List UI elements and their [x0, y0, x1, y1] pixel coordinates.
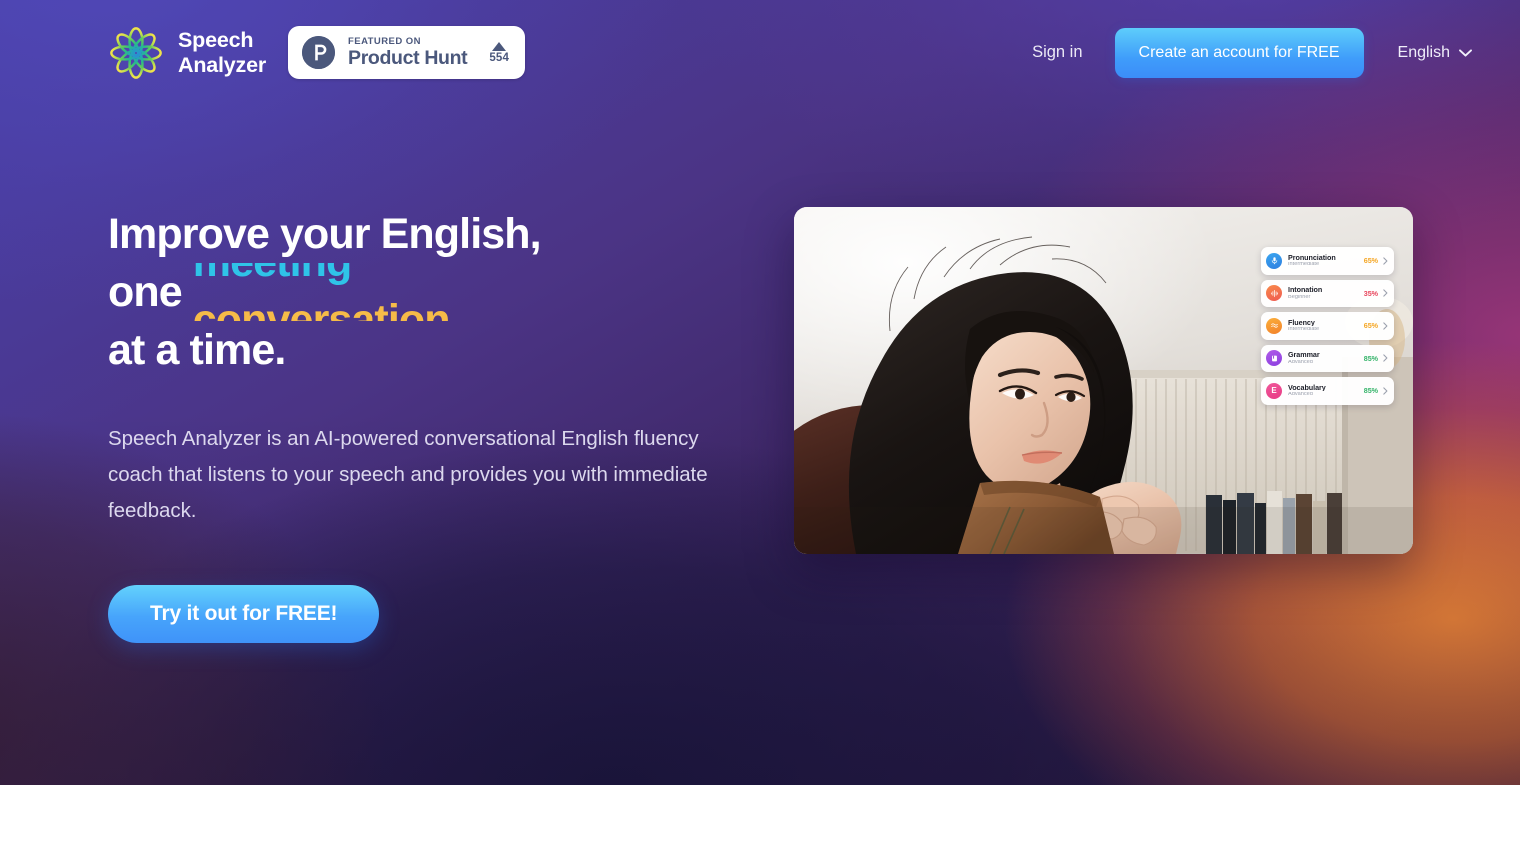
- skill-score: 85%: [1363, 386, 1378, 396]
- headline-line-3: at a time.: [108, 326, 286, 374]
- hero-headline: Improve your English, one meeting convers…: [108, 205, 748, 379]
- skill-cards-list: Pronunciation Intermediate 65% Intonatio…: [1261, 247, 1394, 405]
- microphone-icon: [1266, 252, 1282, 269]
- language-selector[interactable]: English: [1394, 38, 1476, 68]
- hero-section: Speech Analyzer FEATURED ON Product Hunt…: [0, 0, 1520, 785]
- letter-e-glyph: E: [1271, 385, 1277, 395]
- hero-content: Improve your English, one meeting convers…: [0, 0, 1520, 785]
- brand-logo-link[interactable]: Speech Analyzer: [108, 25, 266, 81]
- skill-card-intonation[interactable]: Intonation Beginner 35%: [1261, 279, 1394, 307]
- chevron-right-icon: [1383, 257, 1388, 265]
- skill-score: 65%: [1363, 256, 1378, 266]
- hero-copy: Improve your English, one meeting convers…: [108, 205, 748, 643]
- skill-score: 35%: [1363, 288, 1378, 298]
- rotating-word-incoming: conversation: [192, 296, 451, 321]
- skill-name: Vocabulary: [1288, 383, 1326, 391]
- skill-card-pronunciation[interactable]: Pronunciation Intermediate 65%: [1261, 247, 1394, 275]
- wave-lines-icon: [1266, 317, 1282, 334]
- skill-level: Intermediate: [1288, 327, 1320, 333]
- chevron-down-icon: [1459, 48, 1472, 57]
- product-hunt-badge[interactable]: FEATURED ON Product Hunt 554: [288, 26, 526, 79]
- chevron-right-icon: [1383, 387, 1388, 395]
- skill-text: Fluency Intermediate: [1288, 319, 1364, 333]
- book-icon: [1266, 350, 1282, 367]
- skill-name: Fluency: [1288, 318, 1315, 326]
- letter-e-icon: E: [1266, 382, 1282, 399]
- header-nav: Sign in Create an account for FREE Engli…: [1022, 27, 1476, 78]
- skill-text: Vocabulary Advanced: [1288, 384, 1364, 398]
- skill-name: Intonation: [1288, 286, 1323, 294]
- brand-name: Speech Analyzer: [178, 28, 267, 77]
- headline-line-2: one meeting conversation: [108, 263, 748, 321]
- skill-card-fluency[interactable]: Fluency Intermediate 65%: [1261, 312, 1394, 340]
- product-hunt-votes: 554: [489, 41, 510, 64]
- hero-visual-card: Pronunciation Intermediate 65% Intonatio…: [794, 207, 1413, 554]
- skill-level: Advanced: [1288, 392, 1313, 398]
- create-account-button[interactable]: Create an account for FREE: [1114, 27, 1364, 78]
- eight-petal-star-logo-icon: [108, 25, 164, 81]
- site-header: Speech Analyzer FEATURED ON Product Hunt…: [0, 0, 1520, 105]
- hero-subcopy: Speech Analyzer is an AI-powered convers…: [108, 427, 708, 522]
- product-hunt-featured-label: FEATURED ON: [348, 36, 421, 47]
- rotating-word-carousel: meeting conversation: [193, 263, 493, 321]
- headline-line-1: Improve your English,: [108, 210, 542, 258]
- skill-score: 85%: [1363, 353, 1378, 363]
- chevron-right-icon: [1383, 322, 1388, 330]
- rotating-word-outgoing: meeting: [193, 263, 352, 291]
- skill-score: 65%: [1363, 321, 1378, 331]
- skill-name: Pronunciation: [1288, 253, 1336, 261]
- waveform-icon: [1266, 285, 1282, 302]
- product-hunt-text: FEATURED ON Product Hunt: [348, 36, 468, 69]
- language-label: English: [1397, 43, 1450, 61]
- chevron-right-icon: [1383, 354, 1388, 362]
- skill-level: Intermediate: [1288, 262, 1320, 268]
- upvote-caret-icon: [492, 41, 507, 51]
- try-it-out-button[interactable]: Try it out for FREE!: [108, 585, 380, 643]
- skill-card-vocabulary[interactable]: E Vocabulary Advanced 85%: [1261, 377, 1394, 405]
- skill-text: Grammar Advanced: [1288, 351, 1364, 365]
- skill-level: Advanced: [1288, 359, 1313, 365]
- chevron-right-icon: [1383, 289, 1388, 297]
- headline-prefix: one: [108, 268, 183, 316]
- skill-text: Intonation Beginner: [1288, 286, 1364, 300]
- sign-in-link[interactable]: Sign in: [1022, 35, 1092, 70]
- product-hunt-p-icon: [302, 36, 336, 69]
- product-hunt-vote-count: 554: [489, 51, 510, 64]
- skill-card-grammar[interactable]: Grammar Advanced 85%: [1261, 344, 1394, 372]
- below-fold-area: [0, 785, 1520, 855]
- skill-level: Beginner: [1288, 294, 1311, 300]
- product-hunt-name: Product Hunt: [348, 46, 468, 69]
- skill-text: Pronunciation Intermediate: [1288, 254, 1364, 268]
- skill-name: Grammar: [1288, 351, 1320, 359]
